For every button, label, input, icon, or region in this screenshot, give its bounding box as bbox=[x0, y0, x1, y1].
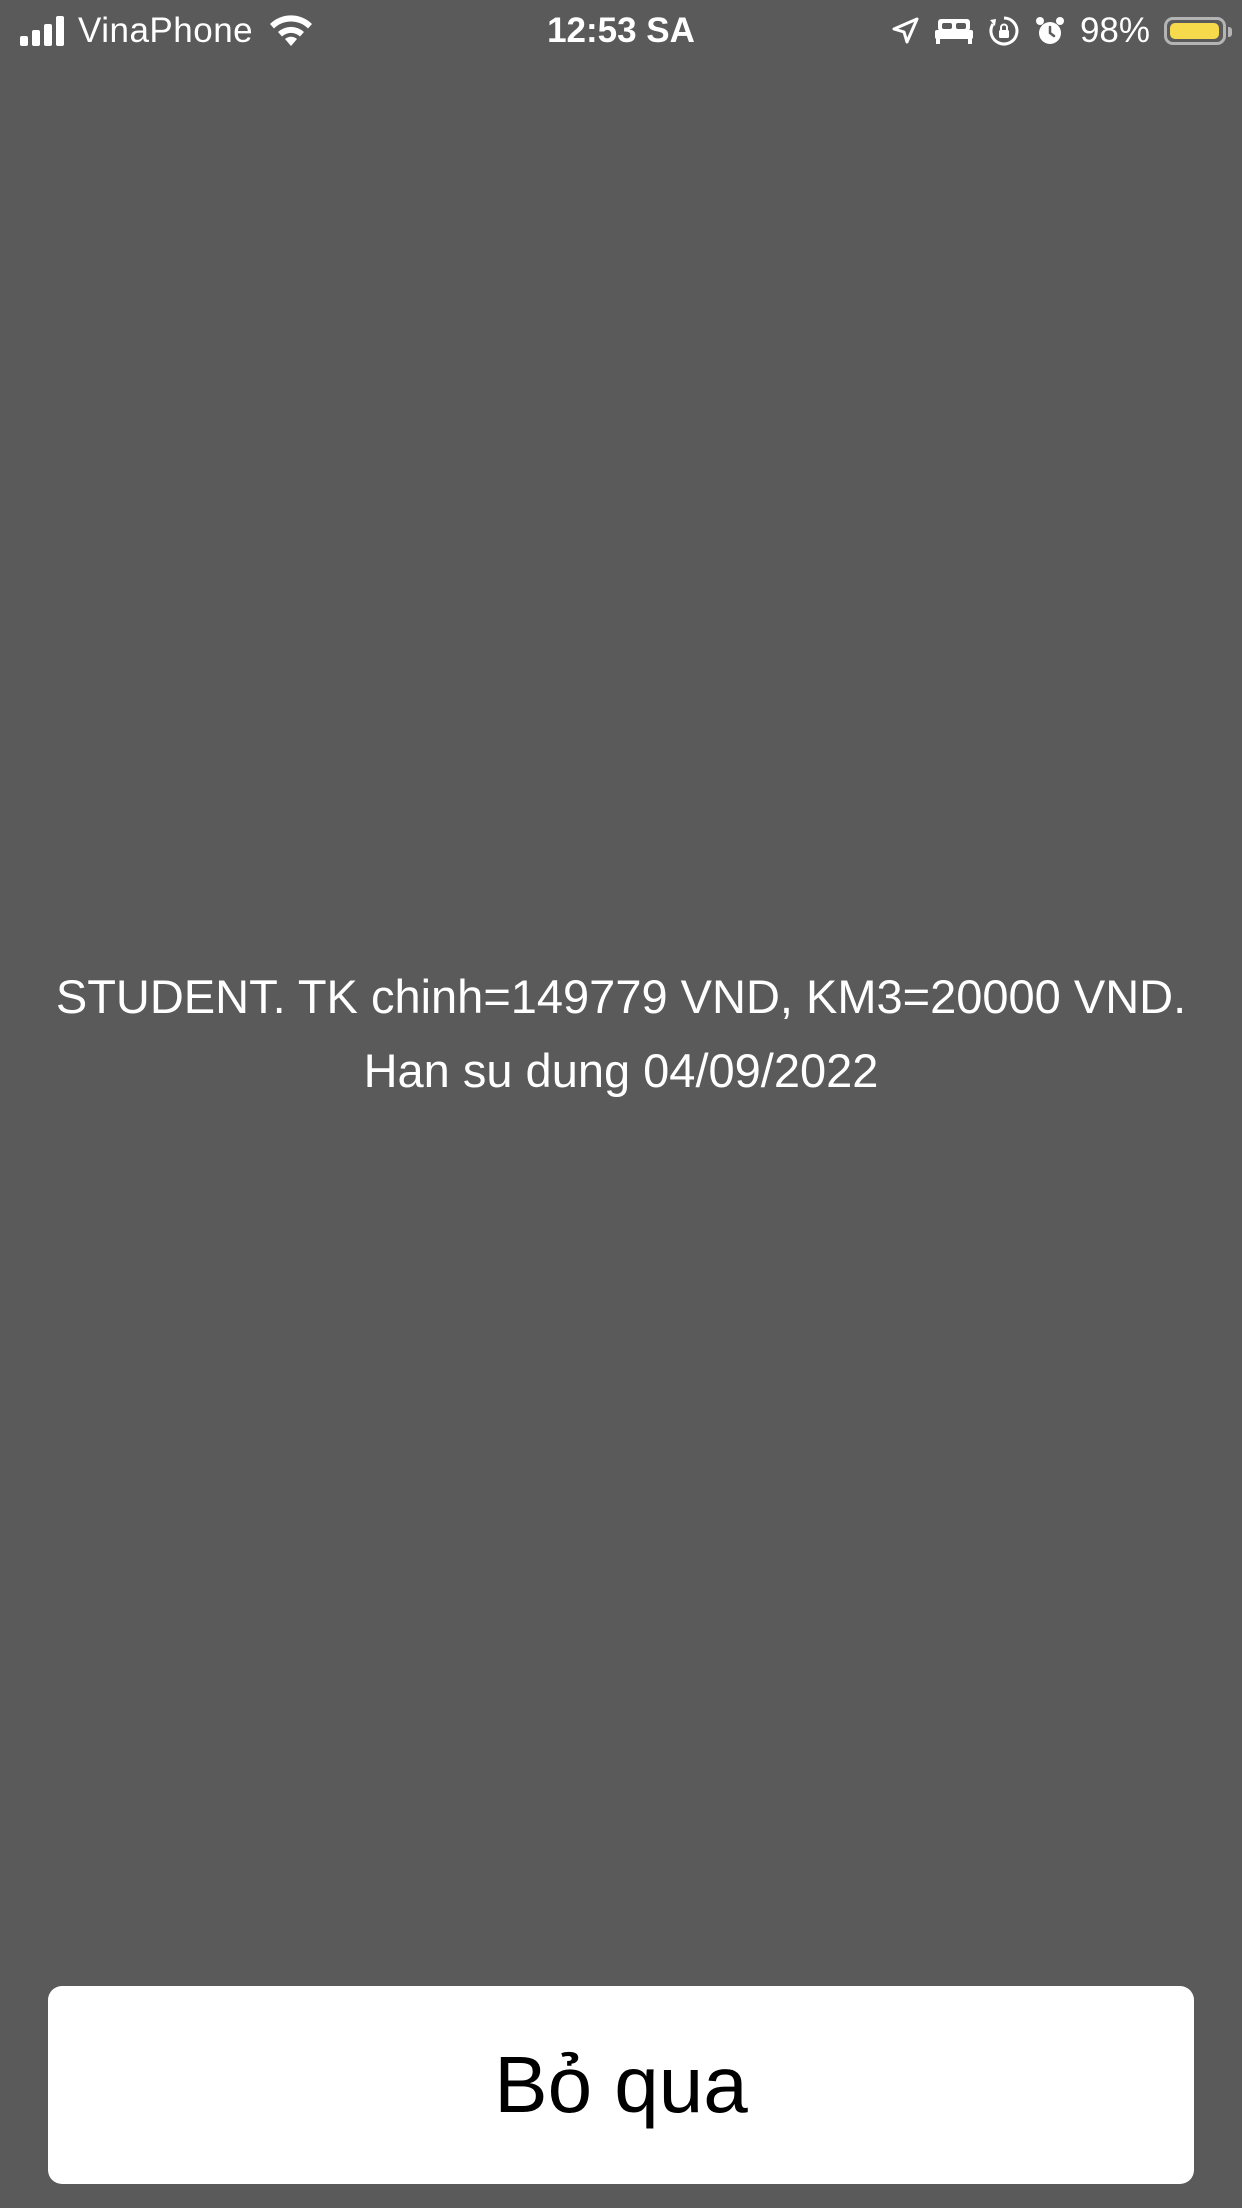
location-icon bbox=[892, 17, 919, 44]
battery-cap bbox=[1228, 27, 1232, 37]
battery-level-fill bbox=[1170, 23, 1219, 39]
sleep-bed-icon bbox=[934, 19, 973, 44]
status-bar-right: 98% bbox=[890, 10, 1232, 52]
status-bar: VinaPhone 12:53 SA 98% bbox=[0, 0, 1242, 62]
ussd-message-text: STUDENT. TK chinh=149779 VND, KM3=20000 … bbox=[55, 970, 1187, 1097]
alarm-icon bbox=[1035, 17, 1064, 44]
ussd-response-screen: VinaPhone 12:53 SA 98% STUDENT. TK chinh… bbox=[0, 0, 1242, 2208]
dismiss-button[interactable]: Bỏ qua bbox=[48, 1986, 1194, 2184]
battery-percentage: 98% bbox=[1079, 11, 1150, 50]
rotation-lock-icon bbox=[989, 16, 1019, 46]
battery-icon bbox=[1164, 17, 1232, 45]
